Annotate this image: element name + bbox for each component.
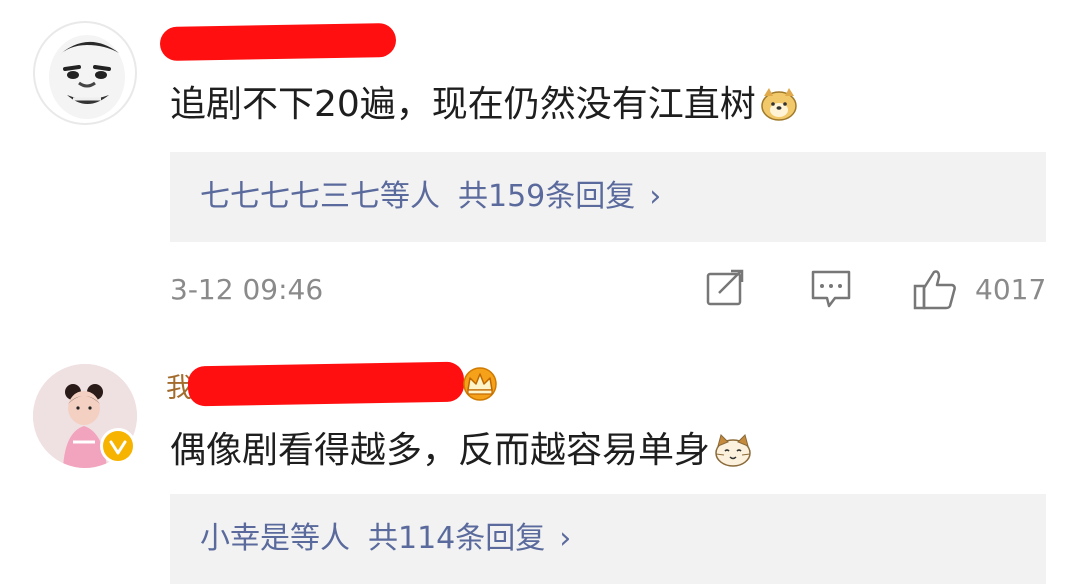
share-icon[interactable] — [705, 268, 747, 312]
reply-users[interactable]: 七七七七三七等人 — [200, 179, 440, 214]
avatar[interactable] — [33, 21, 137, 125]
username-redacted[interactable] — [159, 22, 397, 62]
like-count: 4017 — [975, 273, 1047, 306]
reply-text: 七七七七三七等人 共159条回复 › — [200, 178, 661, 216]
comment-item: 追剧不下20遍，现在仍然没有江直树 七七七七三七等人 共159条回复 › 3-12 … — [0, 0, 1080, 340]
reply-summary[interactable]: 七七七七三七等人 共159条回复 › — [170, 152, 1046, 242]
thumbs-up-icon[interactable] — [912, 268, 958, 316]
chevron-right-icon: › — [649, 179, 662, 214]
timestamp: 3-12 09:46 — [170, 273, 324, 306]
reply-count[interactable]: 共159条回复 — [458, 179, 635, 214]
verified-badge-icon — [100, 428, 136, 464]
meme-face-avatar-icon — [49, 35, 125, 119]
reply-users[interactable]: 小幸是等人 — [200, 521, 350, 556]
comment-item: 我 偶像剧看得越多，反而越容易单身 小幸是等人 共114条回复 › — [0, 340, 1080, 588]
dog-face-icon — [758, 86, 800, 122]
reply-text: 小幸是等人 共114条回复 › — [200, 520, 571, 558]
comment-text: 追剧不下20遍，现在仍然没有江直树 — [170, 84, 800, 126]
reply-summary[interactable]: 小幸是等人 共114条回复 › — [170, 494, 1046, 584]
cat-face-icon — [712, 432, 754, 468]
reply-count[interactable]: 共114条回复 — [368, 521, 545, 556]
username-redacted[interactable] — [187, 361, 465, 407]
comment-text: 偶像剧看得越多，反而越容易单身 — [170, 430, 754, 472]
chevron-right-icon: › — [559, 521, 572, 556]
comment-icon[interactable] — [809, 268, 853, 314]
crown-icon — [463, 367, 497, 401]
